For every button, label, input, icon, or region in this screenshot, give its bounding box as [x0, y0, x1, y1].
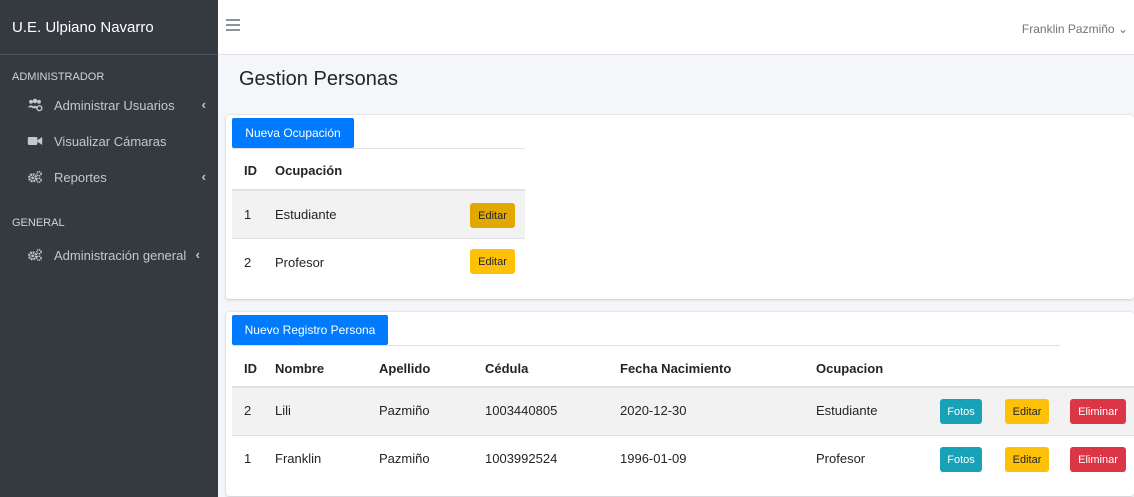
sidebar-item-administracion-general[interactable]: Administración general ‹ — [0, 237, 218, 273]
menu-toggle-icon[interactable] — [226, 19, 240, 31]
edit-button[interactable]: Editar — [1005, 399, 1049, 424]
cell-apellido: Pazmiño — [379, 451, 430, 466]
page-title: Gestion Personas — [239, 68, 398, 90]
cogs-icon — [28, 170, 42, 184]
cell-ocupacion: Profesor — [275, 255, 325, 270]
cell-apellido: Pazmiño — [379, 403, 430, 418]
brand-title: U.E. Ulpiano Navarro — [12, 18, 154, 36]
th-apellido: Apellido — [379, 361, 431, 376]
cell-id: 1 — [244, 451, 252, 466]
cogs-icon — [28, 248, 42, 262]
th-id: ID — [244, 163, 257, 178]
video-camera-icon — [27, 137, 43, 145]
cell-ocupacion: Estudiante — [816, 403, 878, 418]
sidebar-item-label: Reportes — [54, 169, 107, 185]
fotos-button[interactable]: Fotos — [940, 447, 982, 472]
brand-link[interactable]: U.E. Ulpiano Navarro — [0, 0, 218, 55]
personas-card: Nuevo Registro Persona ID Nombre Apellid… — [226, 312, 1134, 496]
nuevo-registro-persona-button[interactable]: Nuevo Registro Persona — [232, 315, 388, 345]
cell-nombre: Lili — [275, 403, 291, 418]
th-nombre: Nombre — [275, 361, 325, 376]
cell-ocupacion: Profesor — [816, 451, 866, 466]
chevron-left-icon: ‹ — [201, 169, 206, 184]
sidebar-item-label: Visualizar Cámaras — [54, 133, 167, 149]
sidebar-item-reportes[interactable]: Reportes ‹ — [0, 159, 218, 195]
th-cedula: Cédula — [485, 361, 529, 376]
cell-ocupacion: Estudiante — [275, 207, 337, 222]
fotos-button[interactable]: Fotos — [940, 399, 982, 424]
cell-id: 1 — [244, 207, 252, 222]
topbar: Franklin Pazmiño ⌄ — [218, 0, 1134, 55]
th-ocupacion: Ocupación — [275, 163, 343, 178]
edit-button[interactable]: Editar — [1005, 447, 1049, 472]
th-id: ID — [244, 361, 257, 376]
sidebar-item-label: Administrar Usuarios — [54, 97, 175, 113]
th-ocupacion: Ocupacion — [816, 361, 884, 376]
sidebar-header-admin: ADMINISTRADOR — [12, 71, 105, 83]
edit-button[interactable]: Editar — [470, 249, 515, 274]
nueva-ocupacion-button[interactable]: Nueva Ocupación — [232, 118, 354, 148]
user-menu[interactable]: Franklin Pazmiño ⌄ — [1022, 22, 1128, 36]
cell-nombre: Franklin — [275, 451, 322, 466]
cell-id: 2 — [244, 255, 252, 270]
delete-button[interactable]: Eliminar — [1070, 399, 1126, 424]
chevron-left-icon: ‹ — [195, 247, 200, 262]
cell-fecha: 1996-01-09 — [620, 451, 687, 466]
cell-fecha: 2020-12-30 — [620, 403, 687, 418]
cell-cedula: 1003992524 — [485, 451, 558, 466]
ocupaciones-card: Nueva Ocupación ID Ocupación 1 Estudiant… — [226, 115, 1134, 299]
user-name: Franklin Pazmiño — [1021, 22, 1115, 36]
sidebar: U.E. Ulpiano Navarro ADMINISTRADOR Admin… — [0, 0, 218, 497]
edit-button[interactable]: Editar — [470, 203, 515, 228]
sidebar-header-general: GENERAL — [12, 217, 65, 229]
chevron-down-icon: ⌄ — [1117, 22, 1128, 36]
sidebar-item-label: Administración general — [54, 247, 187, 263]
users-cog-icon — [27, 98, 43, 112]
cell-cedula: 1003440805 — [485, 403, 558, 418]
sidebar-item-administrar-usuarios[interactable]: Administrar Usuarios ‹ — [0, 87, 218, 123]
sidebar-item-visualizar-camaras[interactable]: Visualizar Cámaras — [0, 123, 218, 159]
chevron-left-icon: ‹ — [201, 97, 206, 112]
delete-button[interactable]: Eliminar — [1070, 447, 1126, 472]
th-fecha-nacimiento: Fecha Nacimiento — [620, 361, 732, 376]
cell-id: 2 — [244, 403, 252, 418]
